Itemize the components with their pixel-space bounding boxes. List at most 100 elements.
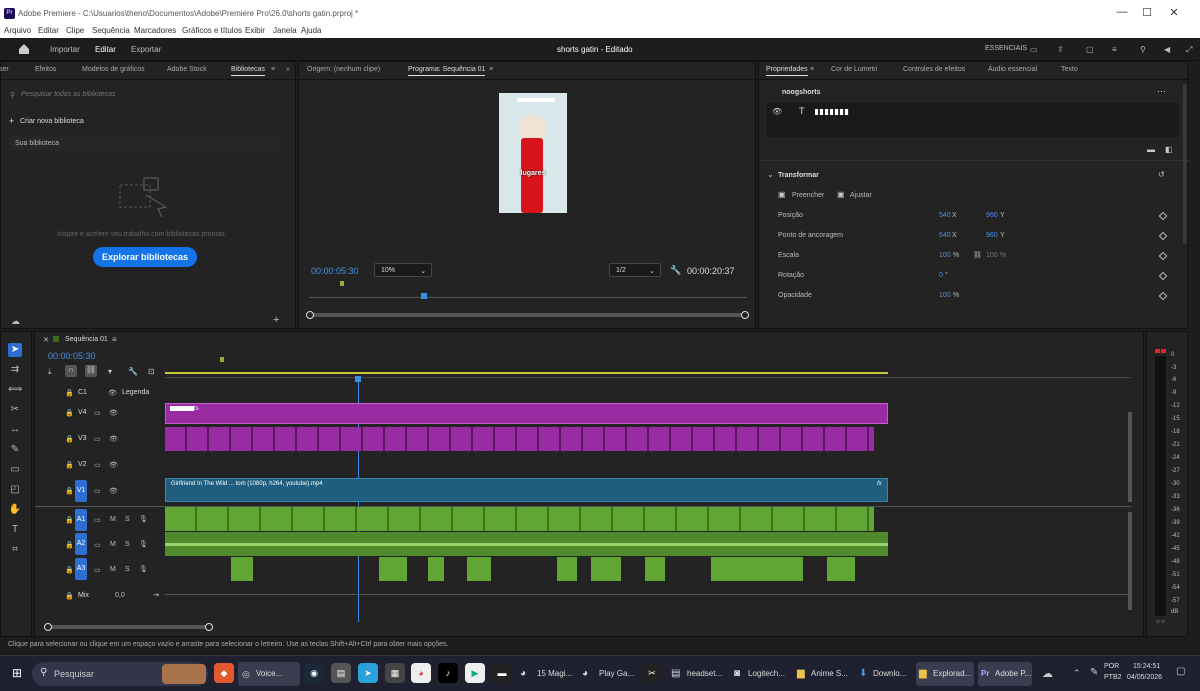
pen-tool-icon[interactable]: ✎: [8, 443, 22, 457]
quality-select[interactable]: 1/2 ⌄: [609, 263, 661, 277]
a3-clip[interactable]: [467, 557, 491, 581]
keyframe-icon[interactable]: [1158, 271, 1168, 281]
maximize-icon[interactable]: ☐: [1137, 6, 1157, 19]
tab-effect-controls[interactable]: Controles de efeitos: [903, 66, 965, 73]
tab-bibliotecas[interactable]: Bibliotecas: [231, 66, 265, 76]
solo-button[interactable]: S: [125, 516, 130, 523]
chevron-more-icon[interactable]: »: [286, 66, 290, 73]
scale-value[interactable]: 100: [939, 252, 951, 259]
mute-button[interactable]: M: [110, 566, 116, 573]
eye-icon[interactable]: 👁: [109, 435, 118, 443]
search-icon[interactable]: ⚲: [1140, 45, 1146, 54]
position-x-value[interactable]: 540: [939, 212, 951, 219]
solo-icon[interactable]: ○ ○: [1156, 619, 1165, 625]
new-layer-icon[interactable]: ◧: [1165, 145, 1173, 154]
zoom-scrollbar[interactable]: [309, 313, 747, 317]
slip-tool-icon[interactable]: ↔: [8, 423, 22, 437]
taskbar-app-headset[interactable]: ▤ headset...: [668, 662, 726, 686]
rotation-value[interactable]: 0: [939, 272, 943, 279]
workspace-icon[interactable]: ▭: [1030, 45, 1038, 54]
lock-icon[interactable]: 🔒: [65, 461, 74, 469]
mute-button[interactable]: M: [110, 516, 116, 523]
scale-height-value[interactable]: 100: [986, 252, 998, 259]
snap-icon[interactable]: ∩: [65, 365, 77, 377]
menu-marcadores[interactable]: Marcadores: [134, 26, 176, 35]
plus-icon[interactable]: +: [9, 116, 14, 126]
lock-icon[interactable]: 🔒: [65, 435, 74, 443]
panel-menu-icon[interactable]: ≡: [112, 335, 117, 344]
type-tool-icon[interactable]: T: [8, 523, 22, 537]
solo-button[interactable]: S: [125, 541, 130, 548]
tab-texto[interactable]: Texto: [1061, 66, 1078, 73]
tab-lumetri[interactable]: Cor de Lumetri: [831, 66, 877, 73]
lock-icon[interactable]: 🔒: [65, 541, 74, 549]
captions-tool-icon[interactable]: ⌗: [8, 543, 22, 557]
explore-libraries-button[interactable]: Explorar bibliotecas: [93, 247, 197, 267]
opacity-value[interactable]: 100: [939, 292, 951, 299]
eye-icon[interactable]: 👁: [108, 389, 117, 397]
mic-icon[interactable]: 🎙: [139, 540, 148, 548]
lock-icon[interactable]: 🔒: [65, 516, 74, 524]
fill-button[interactable]: Preencher: [792, 192, 824, 199]
taskbar-app-premiere[interactable]: Pr Adobe P...: [978, 662, 1032, 686]
tab-ser[interactable]: ser: [0, 66, 9, 73]
tab-adobe-stock[interactable]: Adobe Stock: [167, 66, 207, 73]
share-icon[interactable]: ⇪: [1057, 45, 1064, 54]
a3-clip[interactable]: [231, 557, 253, 581]
menu-graficos[interactable]: Gráficos e títulos: [182, 26, 242, 35]
language-indicator[interactable]: POR: [1104, 663, 1119, 670]
weather-icon[interactable]: ☁: [1042, 667, 1053, 680]
timeline-scrollbar[interactable]: [47, 625, 209, 629]
selection-tool-icon[interactable]: ➤: [8, 343, 22, 357]
a3-clip[interactable]: [428, 557, 444, 581]
a3-clip[interactable]: [379, 557, 407, 581]
track-a3-target[interactable]: A3: [75, 558, 87, 580]
quick-export-icon[interactable]: ▢: [1086, 45, 1094, 54]
notification-icon[interactable]: ▢: [1176, 666, 1185, 677]
tab-propriedades[interactable]: Propriedades: [766, 66, 808, 76]
v4-clip[interactable]: ts: [165, 403, 888, 424]
scroll-handle-right[interactable]: [741, 311, 749, 319]
in-marker[interactable]: [340, 281, 344, 286]
chrome-icon[interactable]: ◕: [411, 663, 431, 683]
calendar-icon[interactable]: ▦: [385, 663, 405, 683]
panel-menu-icon[interactable]: ≡: [810, 66, 814, 73]
tab-importar[interactable]: Importar: [50, 45, 80, 54]
sync-icon[interactable]: ▭: [94, 461, 101, 469]
lock-icon[interactable]: 🔒: [65, 566, 74, 574]
close-icon[interactable]: ✕: [1164, 6, 1184, 19]
app-icon[interactable]: ▤: [331, 663, 351, 683]
sync-icon[interactable]: ▭: [94, 541, 101, 549]
taskbar-app-playgames[interactable]: ◕ Play Ga...: [580, 662, 636, 686]
solo-button[interactable]: S: [125, 566, 130, 573]
zoom-select[interactable]: 10% ⌄: [374, 263, 432, 277]
create-library-button[interactable]: Criar nova biblioteca: [20, 118, 84, 125]
work-area-bar[interactable]: [165, 372, 888, 374]
sync-icon[interactable]: ▭: [94, 566, 101, 574]
minimize-icon[interactable]: —: [1112, 6, 1132, 18]
anchor-y-value[interactable]: 960: [986, 232, 998, 239]
track-a1-target[interactable]: A1: [75, 509, 87, 531]
fill-icon[interactable]: ▣: [778, 190, 786, 199]
mix-value[interactable]: 0,0: [115, 592, 125, 599]
v3-clips[interactable]: [165, 427, 874, 451]
taskbar-app-downloads[interactable]: ⬇ Downlo...: [856, 662, 914, 686]
lock-icon[interactable]: 🔒: [65, 487, 74, 495]
eye-icon[interactable]: 👁: [109, 461, 118, 469]
video-preview[interactable]: lugares: [499, 93, 567, 213]
tab-editar[interactable]: Editar: [95, 45, 116, 54]
anchor-x-value[interactable]: 540: [939, 232, 951, 239]
scroll-handle-right[interactable]: [205, 623, 213, 631]
menu-sequencia[interactable]: Sequência: [92, 26, 130, 35]
tab-source[interactable]: Origem: (nenhum clipe): [307, 66, 380, 73]
position-y-value[interactable]: 960: [986, 212, 998, 219]
program-timecode[interactable]: 00:00:05:30: [311, 266, 359, 276]
captions-icon[interactable]: ⊡: [148, 367, 155, 376]
telegram-icon[interactable]: ➤: [358, 663, 378, 683]
home-icon[interactable]: [18, 43, 30, 55]
track-select-tool-icon[interactable]: ⇉: [8, 363, 22, 377]
my-library-item[interactable]: Sua biblioteca: [9, 135, 279, 151]
cloud-icon[interactable]: ☁: [11, 316, 20, 327]
audio-scrollbar[interactable]: [1128, 512, 1132, 610]
terminal-icon[interactable]: ▬: [492, 663, 512, 683]
